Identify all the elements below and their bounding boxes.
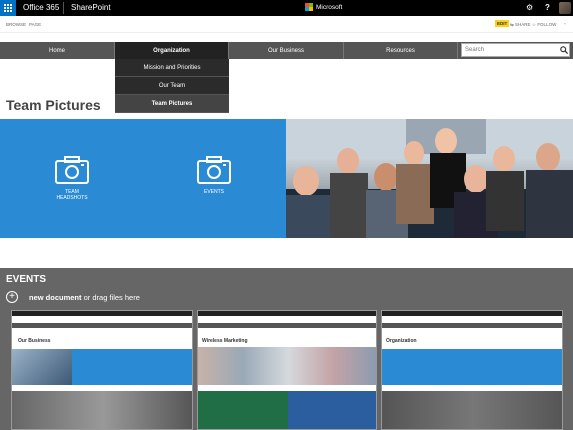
drag-files-text: or drag files here bbox=[83, 293, 140, 302]
tile-label-line2: HEADSHOTS bbox=[56, 195, 88, 201]
search-input[interactable]: Search bbox=[461, 43, 570, 57]
focus-icon[interactable]: ▫ bbox=[564, 21, 566, 26]
thumb-blue-band bbox=[382, 349, 562, 385]
page-title: Team Pictures bbox=[6, 97, 101, 113]
document-thumbnail[interactable]: Our Business bbox=[11, 310, 193, 430]
thumb-blue-panel bbox=[288, 391, 376, 429]
nav-our-business[interactable]: Our Business bbox=[229, 42, 344, 59]
menu-item-team-pictures[interactable]: Team Pictures bbox=[115, 95, 229, 113]
app-launcher-icon[interactable] bbox=[0, 0, 16, 16]
star-icon: ☆ bbox=[532, 22, 537, 27]
nav-home[interactable]: Home bbox=[0, 42, 115, 59]
thumb-image bbox=[12, 349, 72, 385]
thumb-heading: Our Business bbox=[18, 338, 51, 344]
microsoft-text: Microsoft bbox=[316, 3, 343, 11]
thumb-suite-bar bbox=[382, 311, 562, 316]
thumb-heading: Wireless Marketing bbox=[202, 338, 248, 344]
thumb-photo-strip bbox=[198, 347, 376, 385]
events-title: EVENTS bbox=[6, 274, 47, 285]
ribbon: BROWSE PAGE EDIT ⇆ SHARE ☆ FOLLOW ▫ bbox=[0, 16, 573, 33]
share-icon: ⇆ bbox=[510, 22, 514, 27]
thumb-dark-band bbox=[12, 391, 192, 429]
team-photo bbox=[286, 119, 573, 238]
help-icon[interactable]: ? bbox=[545, 3, 550, 12]
avatar[interactable] bbox=[559, 2, 571, 14]
organization-dropdown: Mission and Priorities Our Team Team Pic… bbox=[115, 59, 229, 113]
add-icon[interactable]: + bbox=[6, 291, 18, 303]
thumb-green-panel bbox=[198, 391, 288, 429]
new-document-link[interactable]: new document or drag files here bbox=[29, 293, 140, 302]
thumb-suite-bar bbox=[198, 311, 376, 316]
edit-button[interactable]: EDIT bbox=[495, 20, 510, 27]
tiles-panel: TEAM HEADSHOTS EVENTS bbox=[0, 119, 286, 238]
new-document-label: new document bbox=[29, 293, 82, 302]
office365-title[interactable]: Office 365 bbox=[23, 3, 59, 12]
tile-label-line1: EVENTS bbox=[203, 189, 224, 195]
nav-resources[interactable]: Resources bbox=[344, 42, 458, 59]
thumb-suite-bar bbox=[12, 311, 192, 316]
microsoft-logo: Microsoft bbox=[305, 3, 342, 11]
thumb-dark-band bbox=[382, 391, 562, 429]
tile-team-headshots[interactable]: TEAM HEADSHOTS bbox=[32, 155, 112, 201]
follow-button[interactable]: ☆ FOLLOW bbox=[532, 22, 556, 28]
thumb-nav bbox=[12, 323, 192, 328]
camera-icon bbox=[55, 156, 89, 184]
share-button[interactable]: ⇆ SHARE bbox=[510, 22, 531, 28]
sharepoint-title[interactable]: SharePoint bbox=[71, 3, 111, 12]
tab-browse[interactable]: BROWSE bbox=[6, 22, 26, 27]
search-icon[interactable] bbox=[558, 43, 570, 57]
thumb-heading: Organization bbox=[386, 338, 417, 344]
document-thumbnail[interactable]: Organization bbox=[381, 310, 563, 430]
camera-icon bbox=[197, 156, 231, 184]
document-thumbnail[interactable]: Wireless Marketing bbox=[197, 310, 377, 430]
suite-divider bbox=[63, 2, 64, 14]
suite-bar: Office 365 SharePoint Microsoft ⚙ ? bbox=[0, 0, 573, 16]
follow-label: FOLLOW bbox=[537, 22, 557, 27]
menu-item-our-team[interactable]: Our Team bbox=[115, 77, 229, 95]
thumb-nav bbox=[382, 323, 562, 328]
thumb-nav bbox=[198, 323, 376, 328]
gear-icon[interactable]: ⚙ bbox=[526, 3, 533, 12]
tab-page[interactable]: PAGE bbox=[29, 22, 41, 27]
share-label: SHARE bbox=[515, 22, 531, 27]
tile-events[interactable]: EVENTS bbox=[174, 155, 254, 195]
menu-item-mission[interactable]: Mission and Priorities bbox=[115, 59, 229, 77]
nav-organization[interactable]: Organization bbox=[115, 42, 229, 59]
